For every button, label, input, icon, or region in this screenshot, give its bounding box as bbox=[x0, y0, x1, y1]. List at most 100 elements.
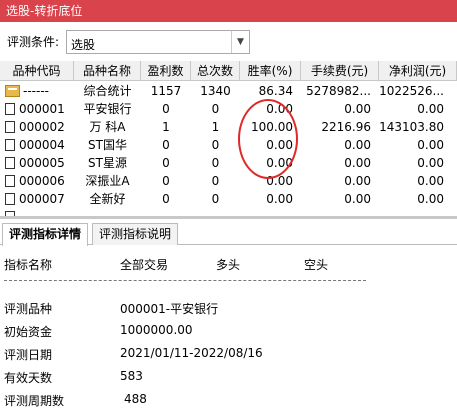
row-winrate: 86.34 bbox=[258, 84, 293, 98]
column-header-name[interactable]: 品种名称 bbox=[74, 61, 141, 81]
row-code: 000005 bbox=[19, 156, 65, 170]
row-fee: 0.00 bbox=[344, 138, 371, 152]
row-code: 000002 bbox=[19, 120, 65, 134]
column-header-profit[interactable]: 净利润(元) bbox=[379, 61, 457, 81]
detail-value: 2021/01/11-2022/08/16 bbox=[120, 346, 263, 360]
folder-icon bbox=[5, 85, 20, 97]
row-name: 全新好 bbox=[89, 192, 126, 206]
row-name: ST星源 bbox=[88, 156, 127, 170]
detail-label: 评测周期数 bbox=[4, 394, 65, 408]
row-code: 000007 bbox=[19, 192, 65, 206]
table-row[interactable]: 000005 ST星源 0 0 0.00 0.00 0.00 bbox=[0, 154, 457, 172]
detail-label: 评测品种 bbox=[4, 302, 53, 316]
row-code-cell: 000007 bbox=[0, 190, 74, 208]
detail-value: 488 bbox=[124, 392, 147, 406]
table-row[interactable]: 000007 全新好 0 0 0.00 0.00 0.00 bbox=[0, 190, 457, 208]
row-winrate: 0.00 bbox=[266, 102, 293, 116]
criteria-bar: 评测条件: 选股 ▼ bbox=[0, 24, 457, 58]
row-profit: 0.00 bbox=[417, 174, 444, 188]
row-fee: 0.00 bbox=[344, 192, 371, 206]
criteria-label: 评测条件: bbox=[7, 35, 60, 49]
detail-header-long: 多头 bbox=[216, 258, 241, 272]
row-code: 000006 bbox=[19, 174, 65, 188]
column-header-total[interactable]: 总次数 bbox=[191, 61, 240, 81]
row-code: ------ bbox=[23, 84, 49, 98]
column-header-wins[interactable]: 盈利数 bbox=[141, 61, 191, 81]
detail-value: 1000000.00 bbox=[120, 323, 193, 337]
row-profit: 0.00 bbox=[417, 138, 444, 152]
table-row[interactable]: 000002 万 科A 1 1 100.00 2216.96 143103.80 bbox=[0, 118, 457, 136]
row-code: 000004 bbox=[19, 138, 65, 152]
table-row[interactable]: 000006 深振业A 0 0 0.00 0.00 0.00 bbox=[0, 172, 457, 190]
row-name: 平安银行 bbox=[83, 102, 132, 116]
row-code-cell: 000001 bbox=[0, 100, 74, 118]
row-wins: 1 bbox=[162, 120, 170, 134]
detail-header-short: 空头 bbox=[304, 258, 329, 272]
row-profit: 0.00 bbox=[417, 102, 444, 116]
criteria-select[interactable]: 选股 ▼ bbox=[66, 30, 250, 54]
row-total: 0 bbox=[211, 192, 220, 206]
window-title-bar: 选股-转折底位 bbox=[0, 0, 457, 22]
document-icon bbox=[5, 157, 15, 169]
row-winrate: 0.00 bbox=[266, 156, 293, 170]
criteria-select-value: 选股 bbox=[71, 38, 96, 52]
row-winrate: 0.00 bbox=[266, 138, 293, 152]
column-header-winrate[interactable]: 胜率(%) bbox=[240, 61, 301, 81]
table-row[interactable]: 000001 平安银行 0 0 0.00 0.00 0.00 bbox=[0, 100, 457, 118]
row-code: 000001 bbox=[19, 102, 65, 116]
row-name: 综合统计 bbox=[83, 84, 132, 98]
row-winrate: 0.00 bbox=[266, 174, 293, 188]
row-wins: 0 bbox=[162, 138, 170, 152]
row-winrate: 100.00 bbox=[251, 120, 293, 134]
row-fee: 0.00 bbox=[344, 174, 371, 188]
document-icon bbox=[5, 193, 15, 205]
row-fee: 5278982... bbox=[306, 84, 371, 98]
row-total: 0 bbox=[211, 102, 220, 116]
row-wins: 0 bbox=[162, 192, 170, 206]
document-icon bbox=[5, 103, 15, 115]
row-code-cell: 000002 bbox=[0, 118, 74, 136]
table-row-summary[interactable]: ------ 综合统计 1157 1340 86.34 5278982... 1… bbox=[0, 82, 457, 100]
detail-label: 评测日期 bbox=[4, 348, 53, 362]
row-total: 0 bbox=[211, 138, 220, 152]
detail-value: 583 bbox=[120, 369, 143, 383]
detail-label: 初始资金 bbox=[4, 325, 53, 339]
row-fee: 0.00 bbox=[344, 102, 371, 116]
row-winrate: 0.00 bbox=[266, 192, 293, 206]
row-wins: 0 bbox=[162, 156, 170, 170]
row-code-cell: 000006 bbox=[0, 172, 74, 190]
row-total: 1340 bbox=[200, 84, 231, 98]
row-name: 深振业A bbox=[85, 174, 130, 188]
row-total: 0 bbox=[211, 156, 220, 170]
tab-metric-description[interactable]: 评测指标说明 bbox=[92, 223, 179, 245]
tab-metric-details[interactable]: 评测指标详情 bbox=[2, 223, 89, 246]
document-icon bbox=[5, 121, 15, 133]
row-code-cell: ------ bbox=[0, 82, 74, 100]
row-code-cell bbox=[0, 208, 74, 216]
row-wins: 1157 bbox=[150, 84, 182, 98]
detail-tabs: 评测指标详情 评测指标说明 bbox=[0, 222, 457, 246]
document-icon bbox=[5, 139, 15, 151]
pane-splitter[interactable] bbox=[0, 216, 457, 219]
results-table: 品种代码 品种名称 盈利数 总次数 胜率(%) 手续费(元) 净利润(元) --… bbox=[0, 61, 457, 216]
chevron-down-icon[interactable]: ▼ bbox=[231, 31, 249, 53]
document-icon bbox=[5, 175, 15, 187]
row-wins: 0 bbox=[162, 174, 170, 188]
row-profit: 143103.80 bbox=[379, 120, 444, 134]
row-code-cell: 000004 bbox=[0, 136, 74, 154]
detail-header-metric: 指标名称 bbox=[4, 258, 53, 272]
column-header-fee[interactable]: 手续费(元) bbox=[301, 61, 379, 81]
window-title: 选股-转折底位 bbox=[6, 4, 83, 18]
row-name: ST国华 bbox=[88, 138, 127, 152]
column-header-code[interactable]: 品种代码 bbox=[0, 61, 74, 81]
table-row-partial[interactable] bbox=[0, 208, 457, 216]
row-wins: 0 bbox=[162, 102, 170, 116]
dashed-divider bbox=[4, 280, 366, 281]
row-name: 万 科A bbox=[89, 120, 126, 134]
table-row[interactable]: 000004 ST国华 0 0 0.00 0.00 0.00 bbox=[0, 136, 457, 154]
row-fee: 2216.96 bbox=[321, 120, 371, 134]
row-fee: 0.00 bbox=[344, 156, 371, 170]
row-total: 1 bbox=[211, 120, 220, 134]
row-profit: 0.00 bbox=[417, 192, 444, 206]
table-header: 品种代码 品种名称 盈利数 总次数 胜率(%) 手续费(元) 净利润(元) bbox=[0, 61, 457, 81]
